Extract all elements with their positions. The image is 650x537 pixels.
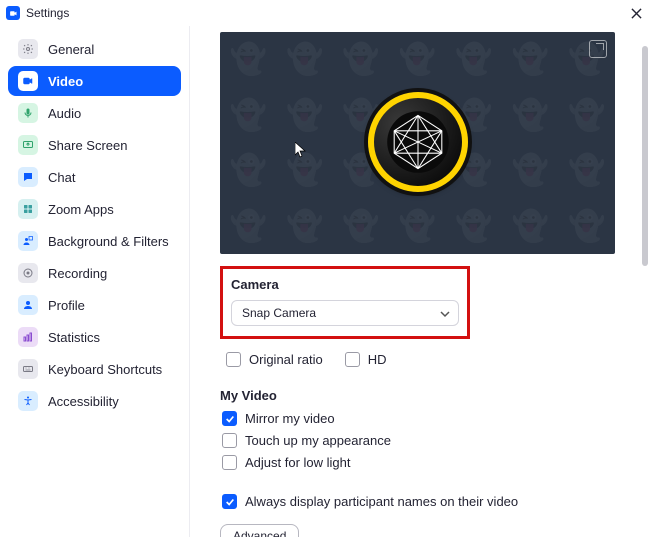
my-video-heading: My Video [220,388,632,403]
sidebar-item-accessibility[interactable]: Accessibility [8,386,181,416]
sidebar-item-label: Profile [48,298,85,313]
hd-option[interactable]: HD [343,352,387,367]
window-title: Settings [26,6,69,20]
video-icon [18,71,38,91]
audio-icon [18,103,38,123]
sidebar-item-profile[interactable]: Profile [8,290,181,320]
keyboard-icon [18,359,38,379]
cursor-icon [295,142,307,158]
hd-label: HD [368,352,387,367]
display-participant-names-label: Always display participant names on thei… [245,494,518,509]
sidebar-item-video[interactable]: Video [8,66,181,96]
app-icon [6,6,20,20]
display-participant-names-option[interactable]: Always display participant names on thei… [220,494,632,509]
sidebar-item-label: Statistics [48,330,100,345]
camera-heading: Camera [231,277,459,292]
sidebar-item-label: Share Screen [48,138,128,153]
sidebar-item-label: Chat [48,170,75,185]
gear-icon [18,39,38,59]
adjust-low-light-option[interactable]: Adjust for low light [220,455,632,470]
checkbox-checked-icon [222,411,237,426]
original-ratio-label: Original ratio [249,352,323,367]
camera-section-highlight: Camera Snap Camera [220,266,470,339]
apps-icon [18,199,38,219]
share-icon [18,135,38,155]
sidebar-item-chat[interactable]: Chat [8,162,181,192]
stats-icon [18,327,38,347]
sidebar-item-label: Accessibility [48,394,119,409]
checkbox-unchecked-icon [226,352,241,367]
access-icon [18,391,38,411]
checkbox-unchecked-icon [222,455,237,470]
camera-dropdown[interactable]: Snap Camera [231,300,459,326]
advanced-button[interactable]: Advanced [220,524,299,537]
popout-icon[interactable] [589,40,607,58]
sidebar-item-label: General [48,42,94,57]
sidebar-item-recording[interactable]: Recording [8,258,181,288]
mirror-my-video-label: Mirror my video [245,411,335,426]
snap-camera-lens-graphic [368,92,468,192]
sidebar-item-label: Background & Filters [48,234,169,249]
scrollbar[interactable] [640,26,650,537]
original-ratio-option[interactable]: Original ratio [224,352,323,367]
chat-icon [18,167,38,187]
close-button[interactable] [628,5,644,21]
advanced-button-label: Advanced [233,529,286,537]
mirror-my-video-option[interactable]: Mirror my video [220,411,632,426]
sidebar-item-label: Recording [48,266,107,281]
title-bar: Settings [0,0,650,26]
sidebar-item-keyboard-shortcuts[interactable]: Keyboard Shortcuts [8,354,181,384]
chevron-down-icon [440,310,450,318]
checkbox-unchecked-icon [345,352,360,367]
sidebar-item-background-filters[interactable]: Background & Filters [8,226,181,256]
settings-sidebar: General Video Audio Share Screen Chat [0,26,190,537]
touch-up-appearance-label: Touch up my appearance [245,433,391,448]
sidebar-item-label: Zoom Apps [48,202,114,217]
sidebar-item-audio[interactable]: Audio [8,98,181,128]
record-icon [18,263,38,283]
sidebar-item-label: Video [48,74,83,89]
camera-preview: 👻👻👻👻👻👻👻 👻👻👻👻👻👻👻 👻👻👻👻👻👻👻 👻👻👻👻👻👻👻 [220,32,615,254]
checkbox-checked-icon [222,494,237,509]
sidebar-item-general[interactable]: General [8,34,181,64]
sidebar-item-share-screen[interactable]: Share Screen [8,130,181,160]
touch-up-appearance-option[interactable]: Touch up my appearance [220,433,632,448]
sidebar-item-label: Keyboard Shortcuts [48,362,162,377]
camera-dropdown-selected: Snap Camera [242,306,316,320]
sidebar-item-label: Audio [48,106,81,121]
adjust-low-light-label: Adjust for low light [245,455,351,470]
sidebar-item-statistics[interactable]: Statistics [8,322,181,352]
profile-icon [18,295,38,315]
settings-panel-video: 👻👻👻👻👻👻👻 👻👻👻👻👻👻👻 👻👻👻👻👻👻👻 👻👻👻👻👻👻👻 [190,26,650,537]
checkbox-unchecked-icon [222,433,237,448]
sidebar-item-zoom-apps[interactable]: Zoom Apps [8,194,181,224]
bg-icon [18,231,38,251]
